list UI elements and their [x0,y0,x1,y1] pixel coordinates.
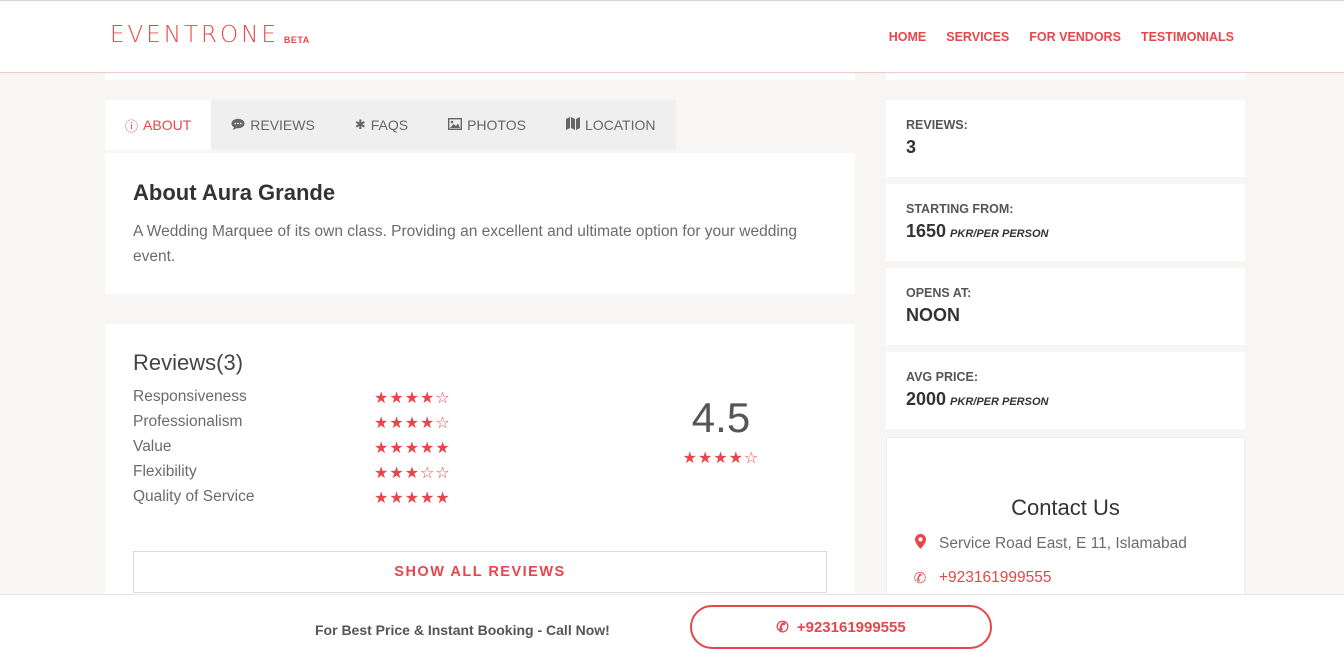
contact-title: Contact Us [1011,495,1120,520]
about-card: About Aura Grande A Wedding Marquee of i… [105,153,855,294]
star-rating: ★★★★☆ [374,413,451,432]
comment-icon [231,118,245,133]
opens-value: NOON [906,305,960,325]
phone-icon: ✆ [913,570,927,587]
map-marker-icon [913,534,927,553]
tab-photos[interactable]: PHOTOS [428,100,546,150]
site-header: EVENTRONE BETA HOME SERVICES FOR VENDORS… [0,0,1344,73]
reviews-count: 3 [906,137,917,157]
info-value: 2000 PKR/PER PERSON [906,389,1225,410]
show-all-reviews-button[interactable]: SHOW ALL REVIEWS [133,551,827,593]
phone-icon: ✆ [776,619,789,636]
tab-label: PHOTOS [467,117,526,133]
tab-label: REVIEWS [250,117,315,133]
card-edge [105,73,855,80]
rating-label: Quality of Service [133,488,255,505]
price-unit: PKR/PER PERSON [950,396,1049,408]
phone-link[interactable]: +923161999555 [939,569,1052,587]
overall-rating: 4.5 ★★★★☆ [665,394,777,467]
info-starting-from: STARTING FROM: 1650 PKR/PER PERSON [886,184,1245,261]
tab-location[interactable]: LOCATION [546,100,676,150]
tab-label: LOCATION [584,117,656,133]
price-unit: PKR/PER PERSON [950,228,1049,240]
card-edge [886,73,1245,80]
tab-label: FAQS [370,117,409,133]
rating-row: Quality of Service ★★★★★ [133,486,553,511]
info-value: NOON [906,305,1225,326]
call-now-button[interactable]: ✆ +923161999555 [690,605,992,649]
star-rating: ★★★★★ [374,488,451,507]
contact-address: Service Road East, E 11, Islamabad [913,534,1187,553]
about-title: About Aura Grande [133,180,336,205]
nav-for-vendors[interactable]: FOR VENDORS [1029,30,1121,44]
rating-label: Flexibility [133,463,197,480]
tab-faqs[interactable]: ✱ FAQS [335,100,428,150]
reviews-title: Reviews(3) [133,350,244,375]
tab-reviews[interactable]: REVIEWS [211,100,335,150]
star-rating: ★★★☆☆ [374,463,451,482]
call-number: +923161999555 [796,618,906,636]
contact-card: Contact Us Service Road East, E 11, Isla… [886,437,1245,607]
info-reviews: REVIEWS: 3 [886,100,1245,177]
info-label: AVG PRICE: [906,370,978,384]
main-nav: HOME SERVICES FOR VENDORS TESTIMONIALS [889,30,1234,44]
info-value: 3 [906,137,1225,158]
asterisk-icon: ✱ [354,117,366,132]
star-rating: ★★★★☆ [374,388,451,407]
venue-tabs: ⓘ ABOUT REVIEWS ✱ FAQS PHOTOS LOCATION [105,100,676,150]
rating-label: Value [133,438,172,455]
tab-about[interactable]: ⓘ ABOUT [105,100,212,150]
overall-stars: ★★★★☆ [682,448,760,467]
address-text: Service Road East, E 11, Islamabad [939,534,1187,552]
info-value: 1650 PKR/PER PERSON [906,221,1225,242]
rating-label: Responsiveness [133,388,247,405]
nav-testimonials[interactable]: TESTIMONIALS [1141,30,1234,44]
tab-label: ABOUT [143,117,192,133]
star-rating: ★★★★★ [374,438,451,457]
rating-row: Value ★★★★★ [133,436,553,461]
info-opens-at: OPENS AT: NOON [886,268,1245,345]
info-label: STARTING FROM: [906,202,1014,216]
nav-services[interactable]: SERVICES [946,30,1009,44]
price-value: 1650 [906,221,947,241]
beta-badge: BETA [283,35,310,45]
about-text: A Wedding Marquee of its own class. Prov… [133,223,798,265]
rating-label: Professionalism [133,413,243,430]
rating-row: Responsiveness ★★★★☆ [133,386,553,411]
rating-row: Professionalism ★★★★☆ [133,411,553,436]
logo-text: EVENTRONE [110,22,279,48]
contact-phone[interactable]: ✆ +923161999555 [913,569,1052,587]
map-icon [565,117,580,133]
nav-home[interactable]: HOME [889,30,927,44]
image-icon [448,117,463,133]
reviews-card: Reviews(3) Responsiveness ★★★★☆ Professi… [105,324,855,604]
price-value: 2000 [906,389,947,409]
rating-row: Flexibility ★★★☆☆ [133,461,553,486]
info-circle-icon: ⓘ [125,118,139,134]
info-label: REVIEWS: [906,118,968,132]
logo[interactable]: EVENTRONE BETA [110,23,310,47]
info-avg-price: AVG PRICE: 2000 PKR/PER PERSON [886,352,1245,429]
info-label: OPENS AT: [906,286,972,300]
booking-text: For Best Price & Instant Booking - Call … [315,622,610,638]
overall-score: 4.5 [691,394,751,441]
booking-bar: For Best Price & Instant Booking - Call … [0,594,1344,654]
